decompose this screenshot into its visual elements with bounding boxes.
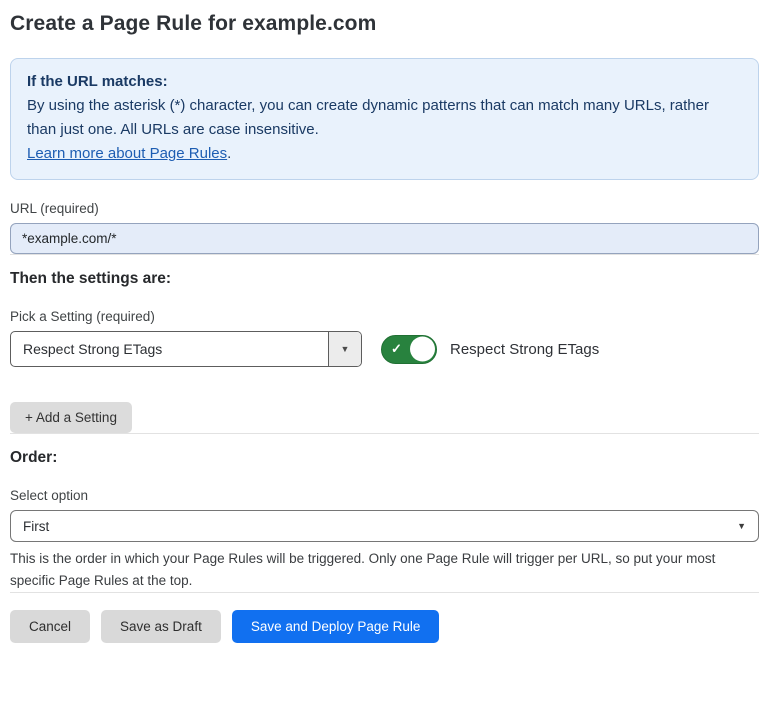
setting-row: Respect Strong ETags ▼ ✓ Respect Strong … <box>10 331 759 367</box>
pick-setting-label: Pick a Setting (required) <box>10 309 759 324</box>
url-input[interactable] <box>10 223 759 254</box>
learn-more-link[interactable]: Learn more about Page Rules <box>27 145 227 162</box>
toggle-label: Respect Strong ETags <box>450 341 599 358</box>
respect-strong-etags-toggle[interactable]: ✓ <box>381 335 437 364</box>
page-title: Create a Page Rule for example.com <box>10 12 759 36</box>
settings-section-heading: Then the settings are: <box>10 270 759 288</box>
order-select[interactable]: First ▼ <box>10 510 759 542</box>
save-and-deploy-button[interactable]: Save and Deploy Page Rule <box>232 610 440 643</box>
info-box-body: By using the asterisk (*) character, you… <box>27 94 742 142</box>
divider <box>10 254 759 255</box>
order-section-heading: Order: <box>10 449 759 467</box>
order-help-text: This is the order in which your Page Rul… <box>10 548 759 592</box>
link-suffix: . <box>227 145 231 162</box>
chevron-down-icon: ▼ <box>341 344 350 354</box>
cancel-button[interactable]: Cancel <box>10 610 90 643</box>
setting-select[interactable]: Respect Strong ETags ▼ <box>10 331 362 367</box>
footer-actions: Cancel Save as Draft Save and Deploy Pag… <box>10 610 759 643</box>
order-select-label: Select option <box>10 488 759 503</box>
chevron-down-icon: ▼ <box>737 521 746 531</box>
add-setting-button[interactable]: + Add a Setting <box>10 402 132 433</box>
url-matches-info-box: If the URL matches: By using the asteris… <box>10 58 759 180</box>
url-field-label: URL (required) <box>10 201 759 216</box>
check-icon: ✓ <box>391 341 402 357</box>
setting-select-value: Respect Strong ETags <box>11 332 328 366</box>
save-as-draft-button[interactable]: Save as Draft <box>101 610 221 643</box>
order-select-value: First <box>23 519 49 534</box>
divider <box>10 433 759 434</box>
toggle-knob <box>410 337 435 362</box>
setting-select-arrow-button[interactable]: ▼ <box>328 332 361 366</box>
divider <box>10 592 759 593</box>
info-box-heading: If the URL matches: <box>27 70 742 94</box>
info-link-line: Learn more about Page Rules. <box>27 142 742 166</box>
